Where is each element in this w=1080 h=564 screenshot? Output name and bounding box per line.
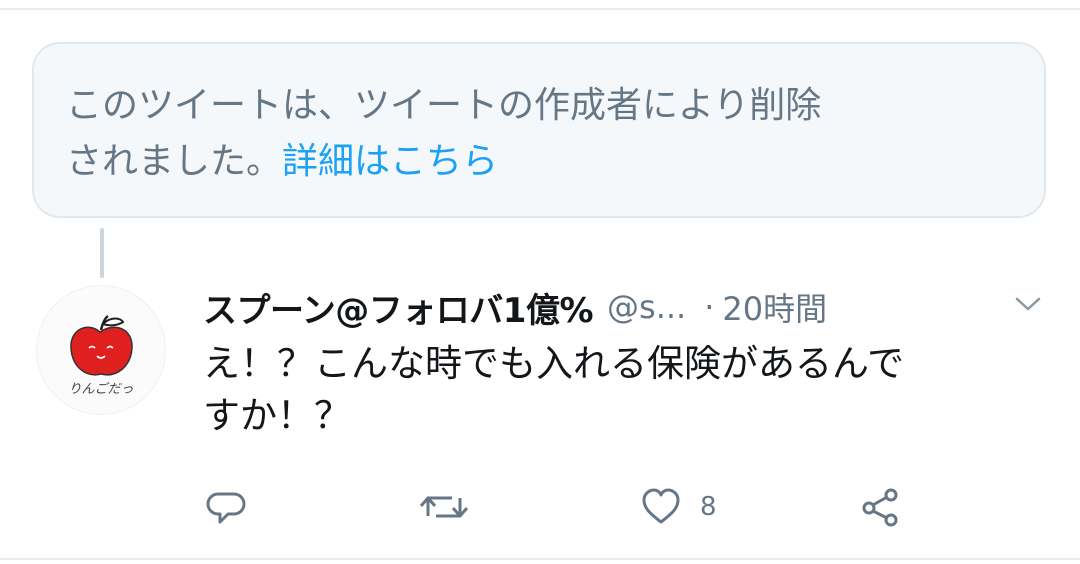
learn-more-link[interactable]: 詳細はこちら bbox=[282, 141, 498, 182]
top-divider bbox=[0, 8, 1080, 10]
bottom-divider bbox=[0, 558, 1080, 560]
chevron-down-icon[interactable] bbox=[1014, 294, 1042, 318]
deleted-notice-text: されました。 bbox=[66, 141, 283, 182]
tweet-text-line2: すか！？ bbox=[203, 394, 351, 437]
reply-icon bbox=[206, 492, 246, 524]
tweet-text-line1: え！？こんな時でも入れる保険があるんで bbox=[203, 342, 905, 385]
retweet-button[interactable] bbox=[418, 482, 470, 532]
tweet-timestamp[interactable]: 20時間 bbox=[722, 284, 827, 330]
like-button[interactable]: 8 bbox=[638, 482, 717, 532]
share-button[interactable] bbox=[858, 482, 904, 532]
deleted-notice-line2: されました。詳細はこちら bbox=[66, 134, 1014, 190]
separator-dot: · bbox=[704, 288, 715, 326]
tweet-header: スプーン@フォロバ1億% @s... · 20時間 bbox=[203, 282, 1058, 332]
thread-connector-line bbox=[100, 228, 104, 278]
deleted-notice-line1: このツイートは、ツイートの作成者により削除 bbox=[66, 85, 822, 126]
reply-button[interactable] bbox=[204, 482, 250, 532]
display-name[interactable]: スプーン@フォロバ1億% bbox=[203, 283, 594, 332]
avatar-caption: りんごだっ bbox=[68, 382, 134, 397]
like-icon bbox=[642, 488, 680, 524]
tweet-text: え！？こんな時でも入れる保険があるんで すか！？ bbox=[203, 338, 1053, 442]
avatar[interactable]: りんごだっ bbox=[36, 285, 166, 415]
like-count: 8 bbox=[700, 492, 717, 522]
tweet-actions: 8 bbox=[0, 482, 1080, 532]
deleted-tweet-notice: このツイートは、ツイートの作成者により削除 されました。詳細はこちら bbox=[32, 42, 1046, 218]
retweet-icon bbox=[419, 496, 469, 518]
share-icon bbox=[862, 488, 898, 527]
user-handle[interactable]: @s... bbox=[607, 288, 686, 326]
